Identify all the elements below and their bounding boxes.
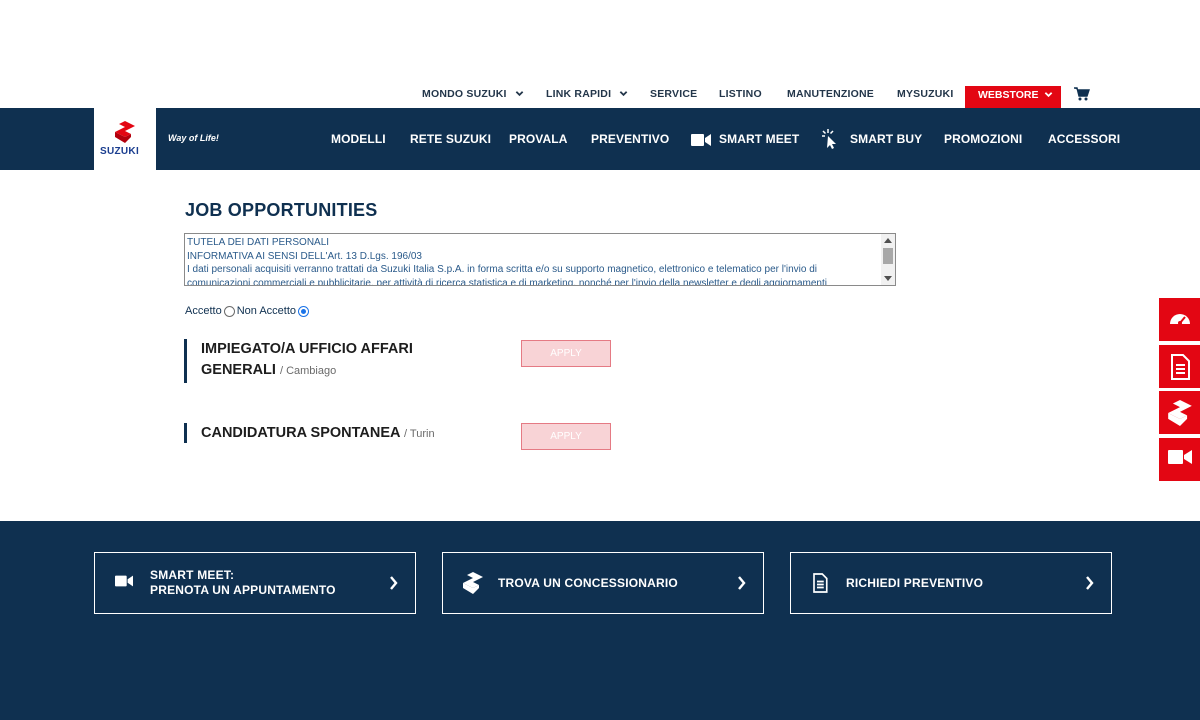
page-title: JOB OPPORTUNITIES xyxy=(185,200,378,220)
utility-item-manutenzione[interactable]: MANUTENZIONE xyxy=(787,84,874,108)
page: MONDO SUZUKI LINK RAPIDI SERVICE LISTINO… xyxy=(0,0,1200,720)
utility-item-label: MONDO SUZUKI xyxy=(422,88,507,100)
cart-icon[interactable] xyxy=(1074,87,1090,101)
utility-item-mondo-suzuki[interactable]: MONDO SUZUKI xyxy=(422,84,524,108)
scrollbar[interactable] xyxy=(881,234,895,285)
main-nav: SUZUKI Way of Life! MODELLI RETE SUZUKI … xyxy=(0,108,1200,170)
footer: SMART MEET: PRENOTA UN APPUNTAMENTO TROV… xyxy=(0,521,1200,720)
scroll-down-icon[interactable] xyxy=(884,276,892,281)
privacy-line: INFORMATIVA AI SENSI DELL'Art. 13 D.Lgs.… xyxy=(187,250,422,262)
side-tab-video[interactable] xyxy=(1159,438,1200,481)
cursor-click-icon xyxy=(822,129,836,149)
chevron-down-icon xyxy=(515,91,523,97)
nav-item-promozioni[interactable]: PROMOZIONI xyxy=(944,132,1022,146)
suzuki-logo-icon xyxy=(1168,400,1192,426)
nav-item-rete-suzuki[interactable]: RETE SUZUKI xyxy=(410,132,491,146)
accept-label: Accetto xyxy=(185,305,222,317)
chevron-down-icon xyxy=(619,91,628,97)
utility-item-mysuzuki[interactable]: MYSUZUKI xyxy=(897,84,953,108)
chevron-right-icon xyxy=(390,576,398,590)
scroll-up-icon[interactable] xyxy=(884,238,892,243)
nav-item-accessori[interactable]: ACCESSORI xyxy=(1048,132,1120,146)
side-tab-document[interactable] xyxy=(1159,345,1200,388)
job-title-line: GENERALI xyxy=(201,362,276,378)
suzuki-logo[interactable]: SUZUKI xyxy=(94,108,156,170)
privacy-line: I dati personali acquisiti verranno trat… xyxy=(187,264,818,275)
job-location: / Cambiago xyxy=(279,365,337,377)
job-location: / Turin xyxy=(404,428,435,440)
dealer-locator-link[interactable]: TROVA UN CONCESSIONARIO xyxy=(442,552,764,614)
privacy-line: TUTELA DEI DATI PERSONALI xyxy=(187,237,330,248)
apply-button[interactable]: APPLY xyxy=(521,423,611,450)
scroll-thumb[interactable] xyxy=(883,248,893,264)
privacy-line: comunicazioni commerciali e pubblicitari… xyxy=(187,277,827,286)
privacy-text: TUTELA DEI DATI PERSONALI INFORMATIVA AI… xyxy=(187,236,877,286)
nav-item-smart-meet[interactable]: SMART MEET xyxy=(719,132,799,146)
webstore-label: WEBSTORE xyxy=(978,89,1039,101)
nav-item-provala[interactable]: PROVALA xyxy=(509,132,567,146)
smart-meet-label: SMART MEET: PRENOTA UN APPUNTAMENTO xyxy=(150,568,336,598)
request-quote-link[interactable]: RICHIEDI PREVENTIVO xyxy=(790,552,1112,614)
brand-tagline: Way of Life! xyxy=(168,133,219,143)
document-icon xyxy=(813,573,828,593)
video-camera-icon xyxy=(691,134,711,146)
chevron-right-icon xyxy=(1086,576,1094,590)
nav-item-preventivo[interactable]: PREVENTIVO xyxy=(591,132,669,146)
video-camera-icon xyxy=(115,575,133,587)
nav-item-smart-buy[interactable]: SMART BUY xyxy=(850,132,922,146)
utility-item-listino[interactable]: LISTINO xyxy=(719,84,762,108)
utility-item-service[interactable]: SERVICE xyxy=(650,84,697,108)
dealer-locator-label: TROVA UN CONCESSIONARIO xyxy=(498,576,678,590)
reject-radio[interactable] xyxy=(298,305,310,317)
utility-item-label: LINK RAPIDI xyxy=(546,88,612,100)
job-item: IMPIEGATO/A UFFICIO AFFARI GENERALI / Ca… xyxy=(184,339,413,383)
chevron-down-icon xyxy=(1045,92,1053,98)
job-title: IMPIEGATO/A UFFICIO AFFARI GENERALI / Ca… xyxy=(201,339,413,382)
job-title: CANDIDATURA SPONTANEA / Turin xyxy=(201,423,435,444)
chevron-right-icon xyxy=(738,576,746,590)
utility-item-link-rapidi[interactable]: LINK RAPIDI xyxy=(546,84,628,108)
smart-meet-line: SMART MEET: xyxy=(150,568,235,582)
speedometer-icon xyxy=(1170,314,1190,325)
suzuki-logo-icon xyxy=(463,572,483,594)
apply-button[interactable]: APPLY xyxy=(521,340,611,367)
smart-meet-line: PRENOTA UN APPUNTAMENTO xyxy=(150,583,336,597)
privacy-textarea[interactable]: TUTELA DEI DATI PERSONALI INFORMATIVA AI… xyxy=(184,233,896,286)
consent-group: Accetto Non Accetto xyxy=(185,305,311,317)
suzuki-logo-icon xyxy=(115,121,135,143)
document-icon xyxy=(1171,354,1190,380)
reject-label: Non Accetto xyxy=(236,305,297,317)
logo-wordmark: SUZUKI xyxy=(100,146,140,157)
webstore-button[interactable]: WEBSTORE xyxy=(965,86,1061,108)
job-title-line: IMPIEGATO/A UFFICIO AFFARI xyxy=(201,341,413,357)
nav-item-modelli[interactable]: MODELLI xyxy=(331,132,386,146)
job-item: CANDIDATURA SPONTANEA / Turin xyxy=(184,423,435,443)
request-quote-label: RICHIEDI PREVENTIVO xyxy=(846,576,984,590)
video-camera-icon xyxy=(1168,450,1192,464)
side-tab-suzuki[interactable] xyxy=(1159,391,1200,434)
job-title-text: CANDIDATURA SPONTANEA xyxy=(201,425,400,441)
smart-meet-link[interactable]: SMART MEET: PRENOTA UN APPUNTAMENTO xyxy=(94,552,416,614)
side-tab-speedometer[interactable] xyxy=(1159,298,1200,341)
accept-radio[interactable] xyxy=(223,305,235,317)
